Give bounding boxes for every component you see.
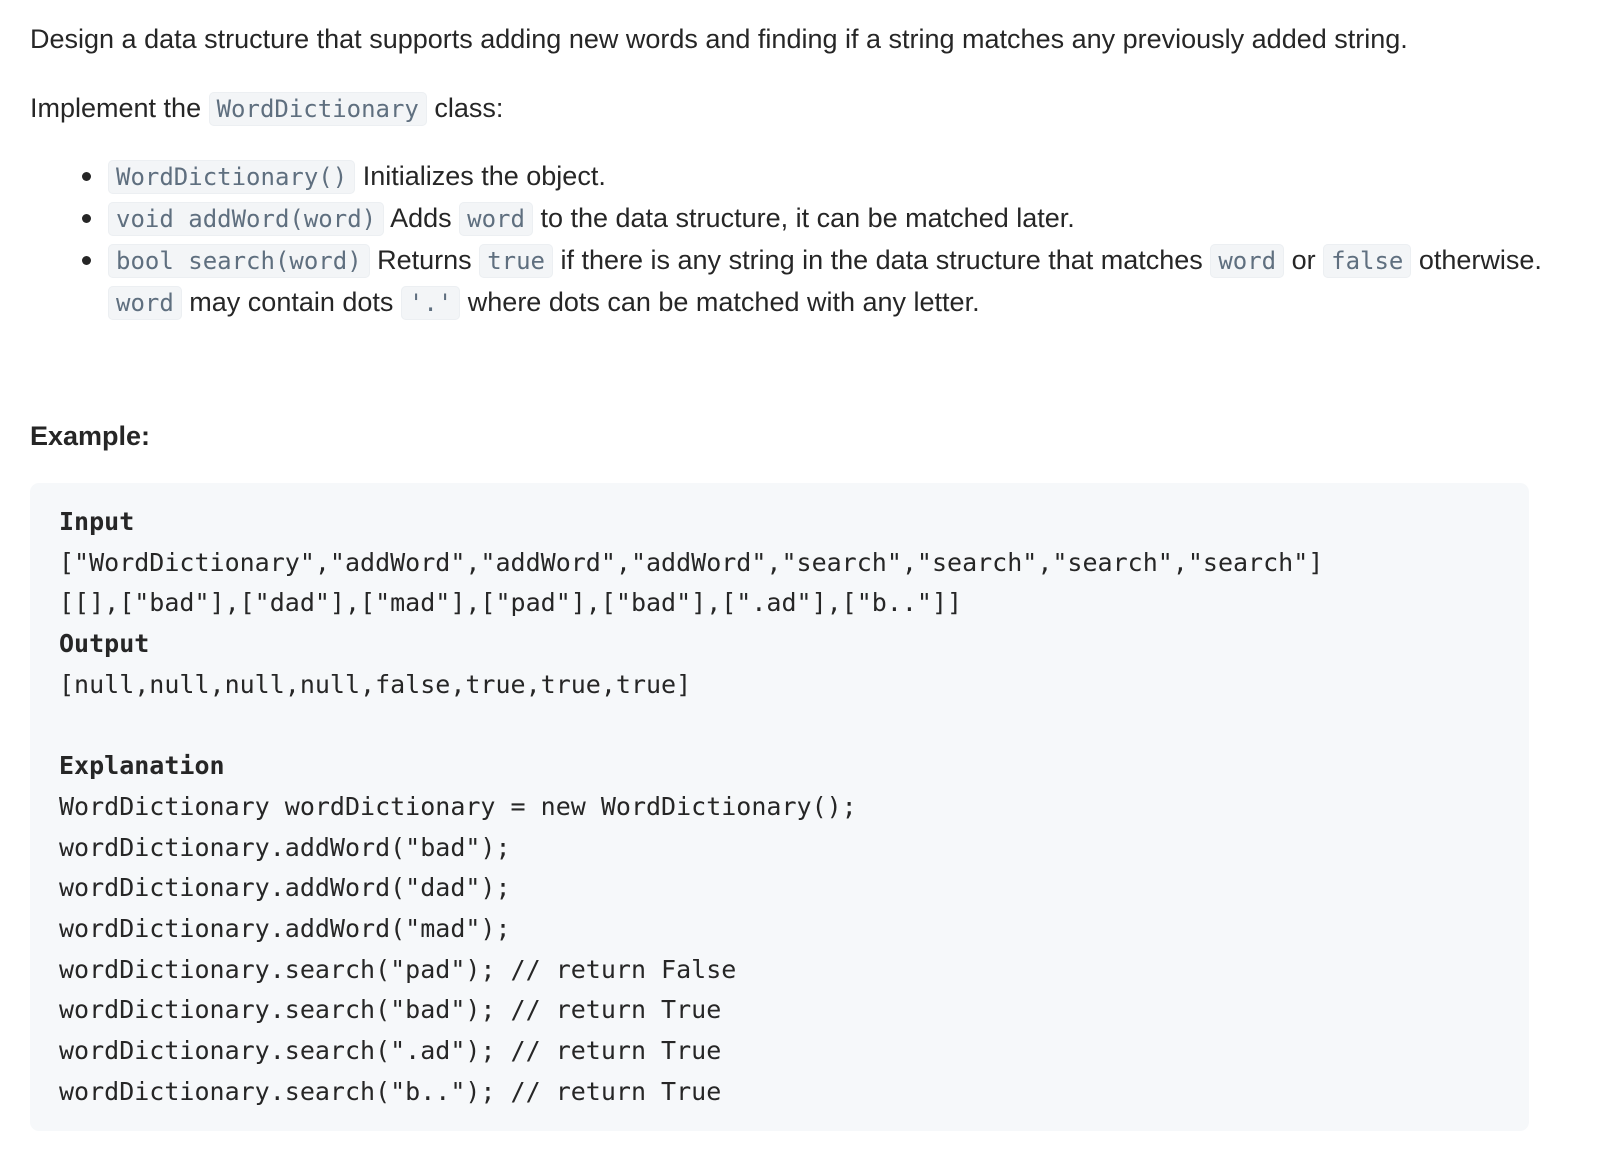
method-list: WordDictionary() Initializes the object.… [80, 156, 1550, 324]
dot-code: '.' [400, 286, 461, 320]
output-line: [null,null,null,null,false,true,true,tru… [59, 669, 692, 699]
intro-paragraph: Design a data structure that supports ad… [30, 24, 1408, 54]
false-code: false [1323, 244, 1412, 278]
bullet-icon [82, 214, 91, 223]
class-name-code: WordDictionary [208, 92, 427, 126]
explanation-line: wordDictionary.search("bad"); // return … [59, 995, 722, 1025]
example-pre: Input ["WordDictionary","addWord","addWor… [59, 502, 1323, 1112]
word-code: word [1210, 244, 1285, 278]
constructor-code: WordDictionary() [108, 160, 356, 194]
explanation-line: wordDictionary.search(".ad"); // return … [59, 1035, 722, 1065]
implement-prefix: Implement the [30, 93, 209, 123]
search-text-5: may contain dots [181, 287, 401, 317]
input-label: Input [59, 507, 135, 536]
constructor-text: Initializes the object. [355, 161, 606, 191]
explanation-line: WordDictionary wordDictionary = new Word… [59, 791, 857, 821]
search-text-6: where dots can be matched with any lette… [460, 287, 980, 317]
list-item-search: bool search(word) Returns true if there … [80, 240, 1550, 324]
word-code: word [108, 286, 182, 320]
search-text-3: or [1284, 245, 1324, 275]
input-line-1: ["WordDictionary","addWord","addWord","a… [59, 547, 1324, 577]
explanation-label: Explanation [59, 751, 225, 781]
problem-description: Design a data structure that supports ad… [0, 0, 1604, 1162]
explanation-line: wordDictionary.search("pad"); // return … [59, 954, 737, 984]
addword-text-1: Adds [384, 203, 460, 233]
word-code: word [459, 202, 533, 236]
implement-paragraph: Implement the WordDictionary class: [30, 88, 503, 130]
explanation-line: wordDictionary.addWord("dad"); [59, 873, 511, 903]
input-line-2: [[],["bad"],["dad"],["mad"],["pad"],["ba… [59, 588, 963, 618]
list-item-addword: void addWord(word) Adds word to the data… [80, 198, 1550, 240]
list-item-constructor: WordDictionary() Initializes the object. [80, 156, 1550, 198]
explanation-line: wordDictionary.search("b.."); // return … [59, 1076, 722, 1106]
bullet-icon [82, 256, 91, 265]
addword-text-2: to the data structure, it can be matched… [532, 203, 1075, 233]
example-code-block: Input ["WordDictionary","addWord","addWor… [30, 483, 1529, 1131]
explanation-line: wordDictionary.addWord("bad"); [59, 832, 511, 862]
search-text-1: Returns [369, 245, 480, 275]
search-code: bool search(word) [108, 244, 370, 278]
addword-code: void addWord(word) [108, 202, 385, 236]
explanation-line: wordDictionary.addWord("mad"); [59, 913, 511, 943]
output-label: Output [59, 629, 150, 659]
search-text-2: if there is any string in the data struc… [552, 245, 1211, 275]
example-heading: Example: [30, 421, 151, 451]
search-text-4: otherwise. [1411, 245, 1542, 275]
implement-suffix: class: [426, 93, 504, 123]
bullet-icon [82, 172, 91, 181]
true-code: true [479, 244, 553, 278]
